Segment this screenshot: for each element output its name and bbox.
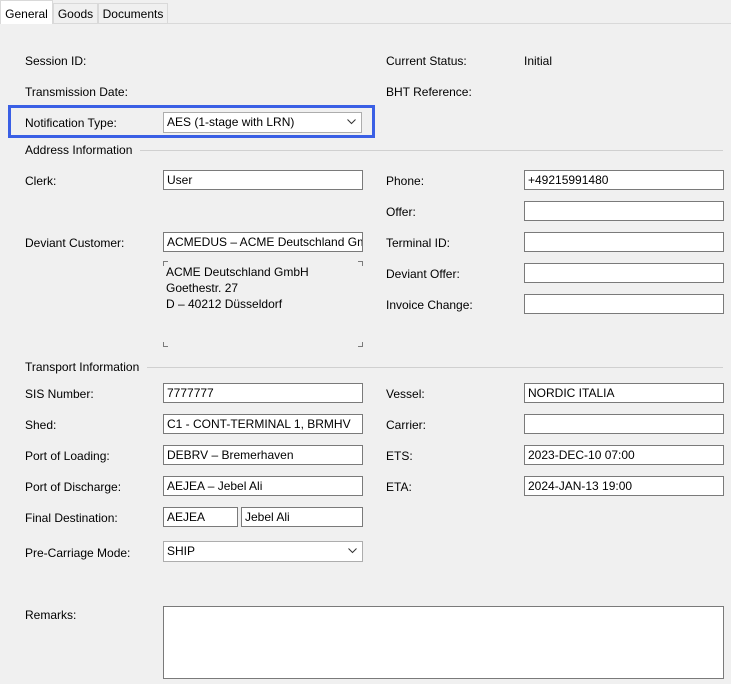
deviant-offer-label: Deviant Offer: — [386, 267, 460, 281]
tab-goods[interactable]: Goods — [53, 3, 98, 23]
address-line: Goethestr. 27 — [166, 281, 239, 295]
deviant-customer-label: Deviant Customer: — [25, 236, 125, 250]
port-of-discharge-label: Port of Discharge: — [25, 480, 122, 494]
current-status-label: Current Status: — [386, 54, 467, 68]
port-of-loading-label: Port of Loading: — [25, 449, 110, 463]
tab-strip: General Goods Documents — [0, 0, 731, 24]
invoice-change-label: Invoice Change: — [386, 298, 473, 312]
deviant-customer-field[interactable]: ACMEDUS – ACME Deutschland Gml — [163, 232, 363, 252]
pre-carriage-mode-select[interactable]: SHIP — [163, 541, 363, 562]
port-of-discharge-field[interactable]: AEJEA – Jebel Ali — [163, 476, 363, 496]
pre-carriage-mode-label: Pre-Carriage Mode: — [25, 546, 131, 560]
remarks-label: Remarks: — [25, 608, 77, 622]
address-section-divider — [140, 150, 723, 151]
shed-field[interactable]: C1 - CONT-TERMINAL 1, BRMHV — [163, 414, 363, 434]
bht-reference-label: BHT Reference: — [386, 85, 472, 99]
box-corner — [163, 342, 168, 347]
chevron-down-icon — [348, 548, 357, 554]
tab-documents[interactable]: Documents — [98, 3, 168, 23]
vessel-label: Vessel: — [386, 387, 425, 401]
clerk-field[interactable]: User — [163, 170, 363, 190]
deviant-offer-field[interactable] — [524, 263, 724, 283]
phone-label: Phone: — [386, 174, 425, 188]
final-destination-code-field[interactable]: AEJEA — [163, 507, 238, 527]
address-line: ACME Deutschland GmbH — [166, 265, 309, 279]
box-corner — [358, 261, 363, 266]
tab-general[interactable]: General — [0, 0, 53, 24]
final-destination-name-field[interactable]: Jebel Ali — [241, 507, 363, 527]
ets-label: ETS: — [386, 449, 413, 463]
address-line: D – 40212 Düsseldorf — [166, 297, 283, 311]
vessel-field[interactable]: NORDIC ITALIA — [524, 383, 724, 403]
carrier-label: Carrier: — [386, 418, 427, 432]
transport-section-title: Transport Information — [25, 360, 140, 374]
invoice-change-field[interactable] — [524, 294, 724, 314]
customer-address-box: ACME Deutschland GmbH Goethestr. 27 D – … — [163, 261, 363, 347]
sis-number-label: SIS Number: — [25, 387, 94, 401]
carrier-field[interactable] — [524, 414, 724, 434]
ets-field[interactable]: 2023-DEC-10 07:00 — [524, 445, 724, 465]
transmission-date-label: Transmission Date: — [25, 85, 128, 99]
remarks-textarea[interactable] — [163, 606, 724, 679]
port-of-loading-field[interactable]: DEBRV – Bremerhaven — [163, 445, 363, 465]
transport-section-divider — [147, 367, 723, 368]
clerk-label: Clerk: — [25, 174, 57, 188]
final-destination-label: Final Destination: — [25, 511, 118, 525]
offer-field[interactable] — [524, 201, 724, 221]
notification-type-highlight — [8, 105, 375, 138]
current-status-value: Initial — [524, 54, 553, 68]
eta-label: ETA: — [386, 480, 412, 494]
session-id-label: Session ID: — [25, 54, 87, 68]
sis-number-field[interactable]: 7777777 — [163, 383, 363, 403]
phone-field[interactable]: +49215991480 — [524, 170, 724, 190]
terminal-id-label: Terminal ID: — [386, 236, 451, 250]
terminal-id-field[interactable] — [524, 232, 724, 252]
box-corner — [358, 342, 363, 347]
address-section-title: Address Information — [25, 143, 133, 157]
eta-field[interactable]: 2024-JAN-13 19:00 — [524, 476, 724, 496]
box-corner — [163, 261, 168, 266]
offer-label: Offer: — [386, 205, 416, 219]
shed-label: Shed: — [25, 418, 57, 432]
pre-carriage-mode-value: SHIP — [167, 544, 196, 558]
